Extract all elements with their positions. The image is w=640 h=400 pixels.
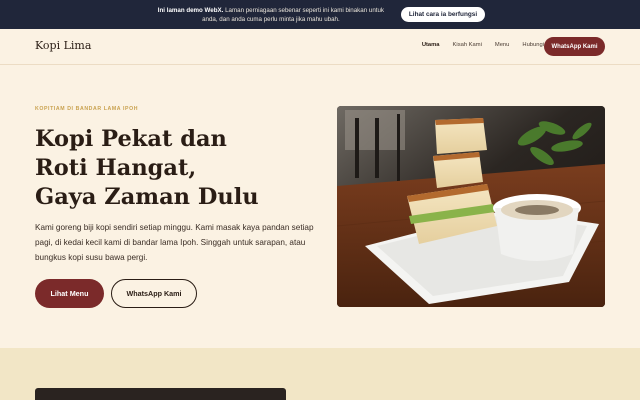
demo-banner: Ini laman demo WebX. Laman perniagaan se… (0, 0, 640, 29)
hero-title: Kopi Pekat dan Roti Hangat, Gaya Zaman D… (35, 125, 315, 212)
next-section (0, 348, 640, 400)
nav-link-hubungi[interactable]: Hubungi (522, 42, 544, 48)
demo-banner-bold: Ini laman demo WebX. (157, 6, 224, 14)
view-menu-button[interactable]: Lihat Menu (35, 279, 104, 308)
nav-link-utama[interactable]: Utama (422, 42, 440, 48)
nav-link-menu[interactable]: Menu (495, 42, 510, 48)
section-photo (35, 388, 286, 400)
demo-banner-message: Laman perniagaan sebenar seperti ini kam… (202, 6, 385, 23)
nav-whatsapp-button[interactable]: WhatsApp Kami (544, 37, 605, 56)
how-it-works-button[interactable]: Lihat cara ia berfungsi (400, 7, 486, 22)
nav-links: Utama Kisah Kami Menu Hubungi (409, 42, 544, 48)
hero-whatsapp-button[interactable]: WhatsApp Kami (111, 279, 197, 308)
hero-eyebrow: KOPITIAM DI BANDAR LAMA IPOH (35, 106, 139, 112)
hero-title-line-1: Kopi Pekat dan (35, 126, 227, 152)
nav-link-kisah-kami[interactable]: Kisah Kami (453, 42, 482, 48)
hero-description: Kami goreng biji kopi sendiri setiap min… (35, 223, 314, 263)
demo-banner-text: Ini laman demo WebX. Laman perniagaan se… (155, 6, 387, 24)
brand-logo[interactable]: Kopi Lima (35, 39, 91, 52)
hero-food-photo (337, 106, 605, 307)
hero-title-line-2: Roti Hangat, (35, 155, 197, 181)
hero-title-line-3: Gaya Zaman Dulu (35, 184, 259, 210)
top-navigation: Kopi Lima Utama Kisah Kami Menu Hubungi … (0, 29, 640, 65)
